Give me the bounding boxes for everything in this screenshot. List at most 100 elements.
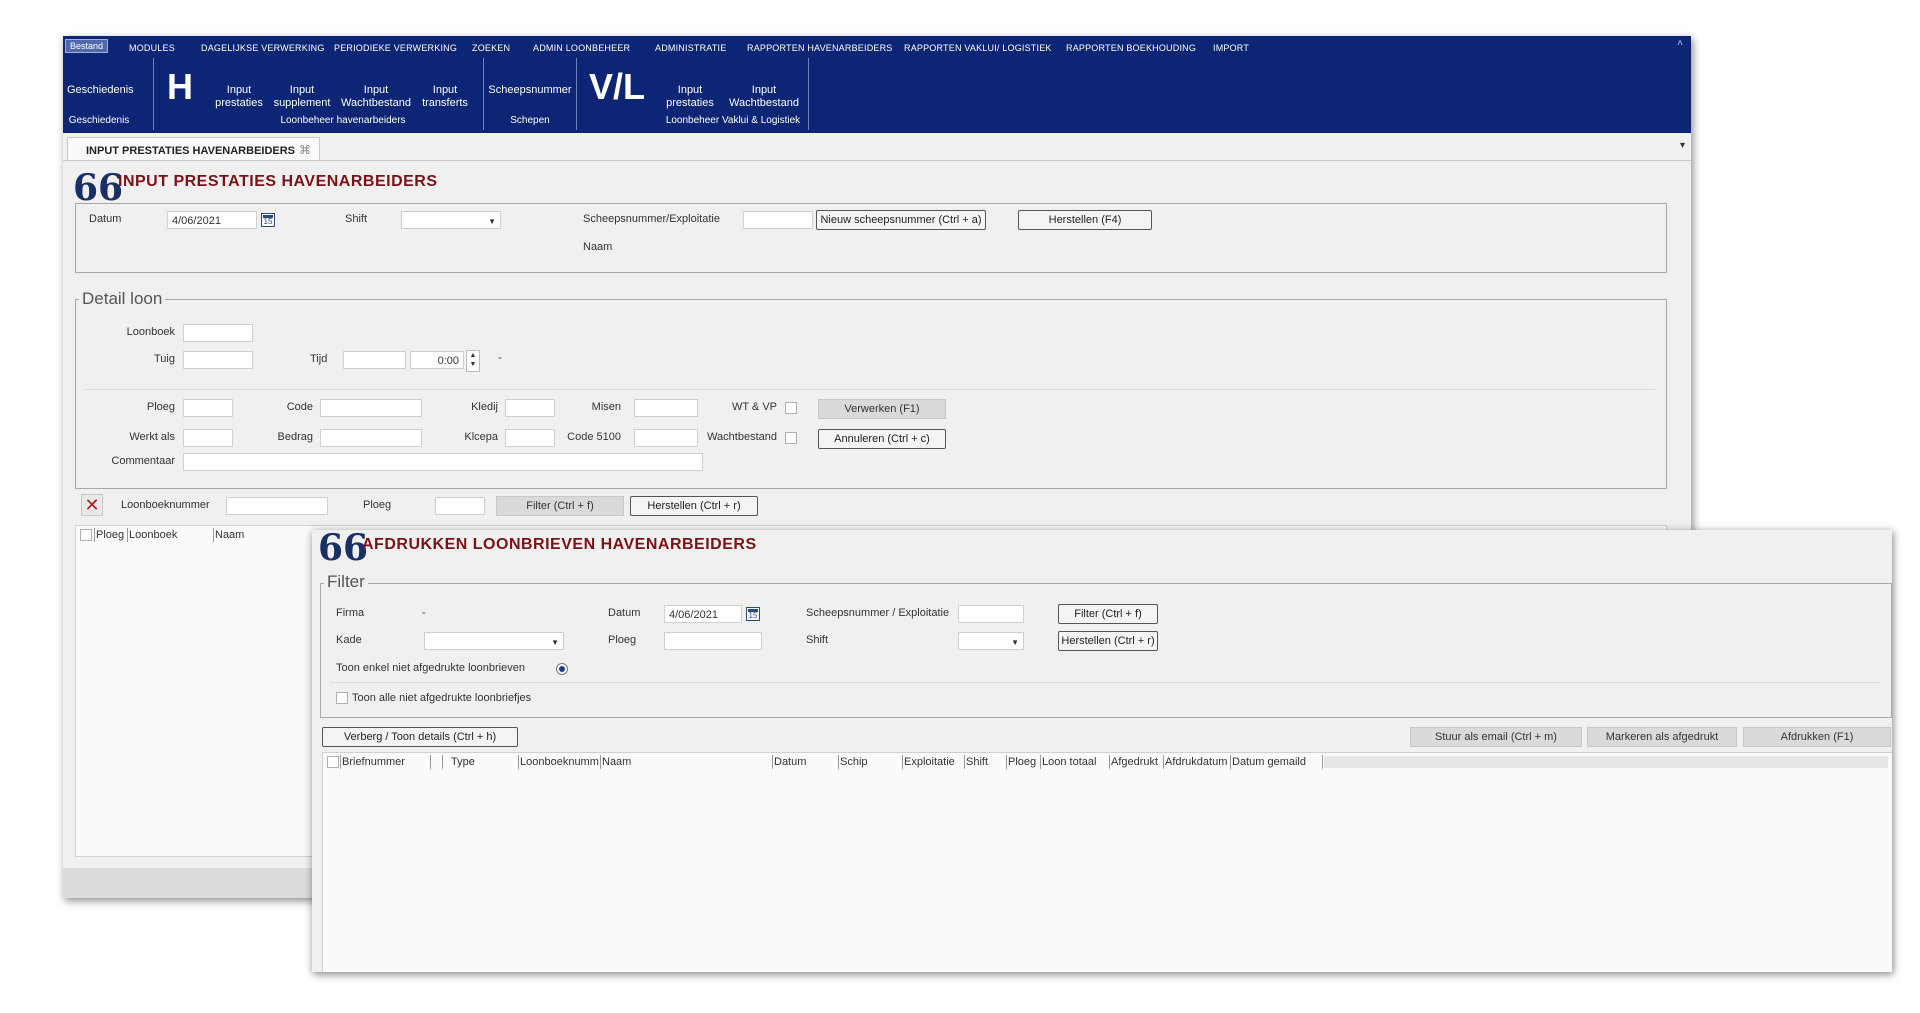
collapse-ribbon-icon[interactable]: ˄ [1677,38,1683,49]
column-header-loonboek[interactable]: Loonboek [129,529,177,541]
print-shift-select[interactable]: ▼ [958,632,1024,650]
ribbon-input-supplement-button[interactable]: Input supplement [271,84,333,110]
column-header-afdrukdatum[interactable]: Afdrukdatum [1165,756,1227,768]
misen-input[interactable] [634,399,698,417]
column-header-shift[interactable]: Shift [966,756,988,768]
calendar-icon[interactable]: 15 [261,213,275,227]
loonbrieven-grid[interactable] [322,752,1892,972]
kade-select[interactable]: ▼ [424,632,564,650]
column-header-ploeg[interactable]: Ploeg [96,529,124,541]
clear-filter-icon[interactable]: ✕ [81,494,103,516]
time-spinner[interactable]: ▲ ▼ [466,350,480,372]
page-title: INPUT PRESTATIES HAVENARBEIDERS [118,173,438,190]
wachtbestand-checkbox[interactable] [785,432,797,444]
filter-ploeg-input[interactable] [435,497,485,515]
werkt-als-input[interactable] [183,429,233,447]
annuleren-button[interactable]: Annuleren (Ctrl + c) [818,429,946,449]
quote-icon: 66 [318,530,369,569]
klcepa-input[interactable] [505,429,555,447]
print-ploeg-input[interactable] [664,632,762,650]
column-header-schip[interactable]: Schip [840,756,868,768]
loonboek-input[interactable] [183,324,253,342]
ribbon-btn-line: Input [751,84,777,96]
tijd-time-input[interactable]: 0:00 [410,351,464,369]
wt-vp-checkbox[interactable] [785,402,797,414]
filter-legend: Filter [324,572,368,592]
menu-modules[interactable]: MODULES [129,43,175,53]
herstellen-f4-button[interactable]: Herstellen (F4) [1018,210,1152,230]
scheepsnummer-button[interactable]: Scheepsnummer [487,84,573,97]
column-header-loon-totaal[interactable]: Loon totaal [1042,756,1096,768]
filter-button[interactable]: Filter (Ctrl + f) [496,496,624,516]
herstellen-filter-button[interactable]: Herstellen (Ctrl + r) [630,496,758,516]
geschiedenis-button[interactable]: Geschiedenis [67,84,134,97]
menu-rapporten-vaklui-logistiek[interactable]: RAPPORTEN VAKLUI/ LOGISTIEK [904,43,1052,53]
firma-label: Firma [336,607,365,619]
column-header-ploeg[interactable]: Ploeg [1008,756,1036,768]
code-input[interactable] [320,399,422,417]
print-filter-button[interactable]: Filter (Ctrl + f) [1058,604,1158,624]
calendar-icon[interactable]: 15 [746,607,760,621]
code-label: Code [286,401,313,413]
select-all-checkbox[interactable] [80,529,92,541]
ribbon-vl-input-prestaties-button[interactable]: Input prestaties [661,84,719,110]
datum-input[interactable]: 4/06/2021 [167,211,257,229]
code-5100-input[interactable] [634,429,698,447]
bedrag-input[interactable] [320,429,422,447]
scheepsnummer-exploitatie-label: Scheepsnummer / Exploitatie [806,607,950,619]
kledij-input[interactable] [505,399,555,417]
menu-import[interactable]: IMPORT [1213,43,1249,53]
afdrukken-button[interactable]: Afdrukken (F1) [1743,727,1891,747]
ploeg-input[interactable] [183,399,233,417]
print-herstellen-button[interactable]: Herstellen (Ctrl + r) [1058,631,1158,651]
column-separator [772,755,773,769]
column-header-afgedrukt[interactable]: Afgedrukt [1111,756,1158,768]
menu-admin-loonbeheer[interactable]: ADMIN LOONBEHEER [533,43,630,53]
shift-select[interactable]: ▼ [401,211,501,229]
tab-menu-arrow-icon[interactable]: ▾ [1680,140,1685,151]
commentaar-input[interactable] [183,453,703,471]
scheepsnummer-input[interactable] [743,211,813,229]
tijd-dash: - [498,352,502,364]
tijd-input[interactable] [343,351,406,369]
ribbon-input-transferts-button[interactable]: Input transferts [419,84,471,110]
menu-dagelijkse-verwerking[interactable]: DAGELIJKSE VERWERKING [201,43,325,53]
stuur-als-email-button[interactable]: Stuur als email (Ctrl + m) [1410,727,1582,747]
klcepa-label: Klcepa [464,431,498,443]
column-header-datum-gemaild[interactable]: Datum gemaild [1232,756,1306,768]
menu-rapporten-havenarbeiders[interactable]: RAPPORTEN HAVENARBEIDERS [747,43,893,53]
menu-administratie[interactable]: ADMINISTRATIE [655,43,726,53]
tuig-input[interactable] [183,351,253,369]
column-header-naam[interactable]: Naam [215,529,244,541]
ribbon-input-wachtbestand-button[interactable]: Input Wachtbestand [340,84,412,110]
ribbon-vl-input-wachtbestand-button[interactable]: Input Wachtbestand [727,84,801,110]
column-header-naam[interactable]: Naam [602,756,631,768]
column-header-loonboeknummer[interactable]: Loonboeknumm [520,756,600,768]
markeren-als-afgedrukt-button[interactable]: Markeren als afgedrukt [1587,727,1737,747]
toon-alle-checkbox[interactable] [336,692,348,704]
menu-zoeken[interactable]: ZOEKEN [472,43,510,53]
loonboeknummer-input[interactable] [226,497,328,515]
tab-close-icon[interactable]: ⌘ [299,143,311,157]
verberg-toon-details-button[interactable]: Verberg / Toon details (Ctrl + h) [322,727,518,747]
verwerken-button[interactable]: Verwerken (F1) [818,399,946,419]
print-scheepsnummer-input[interactable] [958,605,1024,623]
ribbon-separator [483,58,484,130]
nieuw-scheepsnummer-button[interactable]: Nieuw scheepsnummer (Ctrl + a) [816,210,986,230]
ribbon-input-prestaties-button[interactable]: Input prestaties [213,84,265,110]
tab-input-prestaties[interactable]: INPUT PRESTATIES HAVENARBEIDERS ⌘ [67,137,321,160]
print-datum-input[interactable]: 4/06/2021 [664,605,742,623]
geschiedenis-group-label: Geschiedenis [68,115,130,126]
naam-label: Naam [583,241,613,253]
toon-enkel-radio[interactable] [556,663,568,675]
select-all-checkbox[interactable] [327,756,339,768]
menu-periodieke-verwerking[interactable]: PERIODIEKE VERWERKING [334,43,457,53]
column-header-type[interactable]: Type [451,756,475,768]
column-header-datum[interactable]: Datum [774,756,806,768]
column-header-briefnummer[interactable]: Briefnummer [342,756,405,768]
column-header-exploitatie[interactable]: Exploitatie [904,756,955,768]
chevron-down-icon: ▼ [551,638,559,647]
menu-rapporten-boekhouding[interactable]: RAPPORTEN BOEKHOUDING [1066,43,1196,53]
schepen-group-label: Schepen [510,115,550,126]
menu-bestand[interactable]: Bestand [65,39,109,53]
